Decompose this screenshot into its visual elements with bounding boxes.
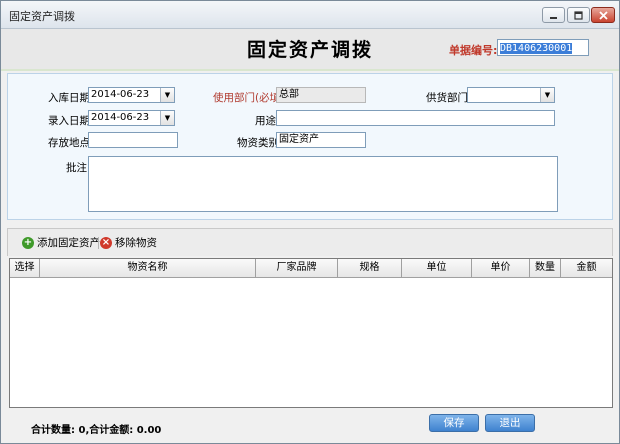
save-button[interactable]: 保存 [429, 414, 479, 432]
in-date-picker[interactable]: 2014-06-23 ▼ [88, 87, 175, 103]
maximize-button[interactable] [567, 7, 590, 23]
entry-date-picker[interactable]: 2014-06-23 ▼ [88, 110, 175, 126]
doc-number-field[interactable]: DB1406230001 [497, 39, 589, 56]
items-grid[interactable]: 选择 物资名称 厂家品牌 规格 单位 单价 数量 金额 [9, 258, 613, 408]
doc-number-label: 单据编号: [449, 44, 498, 57]
in-date-label: 入库日期: [48, 92, 94, 104]
supplier-dept-label: 供货部门: [426, 92, 472, 104]
title-bar[interactable]: 固定资产调拨 [1, 1, 619, 29]
toolbar-divider [98, 237, 99, 249]
location-input[interactable] [88, 132, 178, 148]
add-fixed-asset-label: 添加固定资产 [37, 237, 100, 249]
column-header-quantity[interactable]: 数量 [530, 259, 561, 277]
entry-date-label: 录入日期: [48, 115, 94, 127]
column-header-spec[interactable]: 规格 [338, 259, 402, 277]
maximize-icon [574, 10, 583, 20]
column-header-amount[interactable]: 金额 [561, 259, 612, 277]
remove-item-button[interactable]: × 移除物资 [100, 235, 157, 250]
remark-textarea[interactable] [88, 156, 558, 212]
close-icon [598, 10, 608, 20]
category-value: 固定资产 [279, 134, 319, 145]
chevron-down-icon[interactable]: ▼ [160, 111, 174, 125]
grid-header: 选择 物资名称 厂家品牌 规格 单位 单价 数量 金额 [10, 259, 612, 278]
supplier-dept-select[interactable]: ▼ [467, 87, 555, 103]
column-header-name[interactable]: 物资名称 [40, 259, 256, 277]
in-date-value: 2014-06-23 [91, 89, 150, 100]
purpose-input[interactable] [276, 110, 555, 126]
location-label: 存放地点: [48, 137, 94, 149]
entry-date-value: 2014-06-23 [91, 112, 150, 123]
exit-button[interactable]: 退出 [485, 414, 535, 432]
summary-text: 合计数量: 0,合计金额: 0.00 [31, 425, 162, 436]
minimize-button[interactable] [542, 7, 565, 23]
doc-number-value: DB1406230001 [500, 43, 573, 54]
main-window: 固定资产调拨 固定资产调拨 单据编号: DB1406230001 入库日期: 2… [0, 0, 620, 444]
close-button[interactable] [591, 7, 615, 23]
header-band: 固定资产调拨 单据编号: DB1406230001 [1, 29, 619, 71]
window-title: 固定资产调拨 [9, 10, 75, 23]
column-header-unit[interactable]: 单位 [402, 259, 472, 277]
minimize-icon [550, 16, 557, 19]
add-fixed-asset-button[interactable]: + 添加固定资产 [22, 235, 100, 250]
column-header-price[interactable]: 单价 [472, 259, 530, 277]
category-field[interactable]: 固定资产 [276, 132, 366, 148]
use-dept-value: 总部 [279, 89, 299, 100]
remove-icon: × [100, 236, 112, 249]
column-header-select[interactable]: 选择 [10, 259, 40, 277]
chevron-down-icon[interactable]: ▼ [540, 88, 554, 102]
use-dept-field[interactable]: 总部 [276, 87, 366, 103]
plus-icon: + [22, 236, 34, 249]
remark-label: 批注: [66, 162, 91, 174]
footer: 合计数量: 0,合计金额: 0.00 保存 退出 [1, 408, 619, 443]
grid-toolbar: + 添加固定资产 × 移除物资 [7, 228, 613, 256]
column-header-brand[interactable]: 厂家品牌 [256, 259, 338, 277]
chevron-down-icon[interactable]: ▼ [160, 88, 174, 102]
form-panel: 入库日期: 2014-06-23 ▼ 使用部门(必填): 总部 供货部门: ▼ … [7, 73, 613, 220]
remove-item-label: 移除物资 [115, 237, 157, 249]
